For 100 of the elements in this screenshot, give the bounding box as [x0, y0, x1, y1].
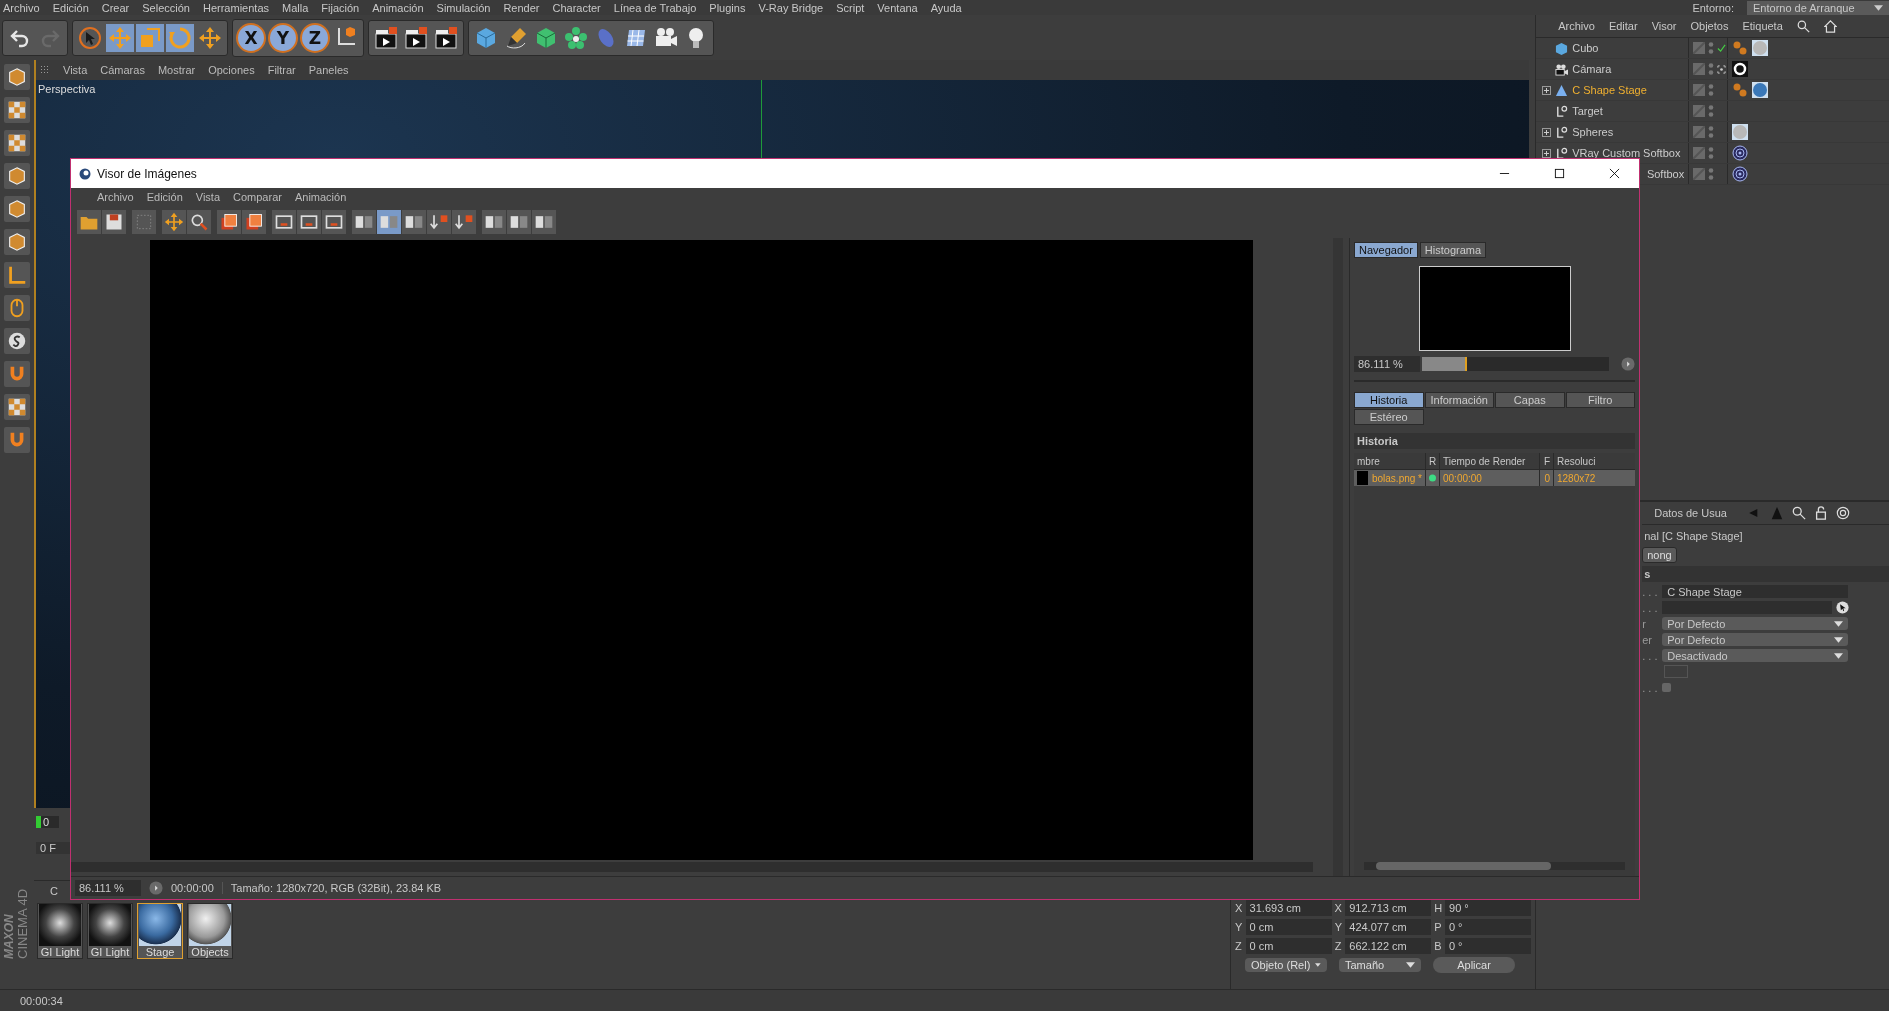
- menu-item[interactable]: Selección: [142, 1, 190, 14]
- dropdown[interactable]: Por Defecto: [1662, 633, 1849, 646]
- menu-item[interactable]: Script: [836, 1, 865, 14]
- apply-button[interactable]: Aplicar: [1433, 957, 1515, 974]
- menu-item[interactable]: V-Ray Bridge: [758, 1, 824, 14]
- viewport-menu-item[interactable]: Filtrar: [267, 64, 296, 76]
- split-icon[interactable]: [532, 210, 556, 234]
- sphere-icon[interactable]: [1752, 82, 1769, 98]
- viewer-tab[interactable]: Estéreo: [1354, 409, 1424, 425]
- viewer-tab[interactable]: Historia: [1354, 392, 1424, 408]
- menu-item[interactable]: Animación: [372, 1, 424, 14]
- play-icon[interactable]: [149, 881, 163, 895]
- object-menu-item[interactable]: Archivo: [1558, 20, 1595, 32]
- sphere-icon[interactable]: [1752, 40, 1769, 56]
- object-menu-item[interactable]: Objetos: [1690, 20, 1729, 32]
- column-header[interactable]: F: [1540, 453, 1554, 469]
- axis-button[interactable]: Y: [268, 22, 298, 53]
- stack-icon[interactable]: [217, 210, 241, 234]
- visibility-dots-icon[interactable]: [1708, 41, 1715, 55]
- check-icon[interactable]: [1717, 43, 1727, 53]
- material-menu[interactable]: C: [50, 885, 58, 898]
- viewport-menu-item[interactable]: Paneles: [308, 64, 349, 76]
- visibility-dots-icon[interactable]: [1708, 146, 1715, 160]
- axes-icon[interactable]: [4, 262, 30, 288]
- object-name[interactable]: Target: [1572, 105, 1603, 117]
- menu-item[interactable]: Character: [552, 1, 601, 14]
- play-icon[interactable]: [1621, 357, 1635, 371]
- box-icon[interactable]: [4, 163, 30, 189]
- frame-field[interactable]: 0 F: [36, 841, 70, 854]
- mode-dropdown[interactable]: Objeto (Rel): [1245, 958, 1327, 973]
- home-icon[interactable]: [1823, 19, 1837, 33]
- checkbox[interactable]: [1662, 683, 1672, 692]
- magnet-icon[interactable]: [4, 427, 30, 453]
- attribute-tab[interactable]: nong: [1642, 547, 1677, 563]
- position-field[interactable]: 0 cm: [1245, 919, 1332, 936]
- box-icon[interactable]: [4, 229, 30, 255]
- zoom-slider[interactable]: [1422, 357, 1609, 371]
- viewer-menu-item[interactable]: Vista: [195, 191, 221, 203]
- name-field[interactable]: C Shape Stage: [1662, 585, 1849, 598]
- viewer-tab[interactable]: Capas: [1495, 392, 1565, 408]
- viewer-tab[interactable]: Información: [1424, 392, 1494, 408]
- search-icon[interactable]: [187, 210, 211, 234]
- dots-icon[interactable]: [1732, 40, 1749, 56]
- viewer-menu-item[interactable]: Animación: [294, 191, 347, 203]
- folder-icon[interactable]: [77, 210, 101, 234]
- object-name[interactable]: Cámara: [1572, 63, 1612, 75]
- rings-icon[interactable]: [1732, 145, 1749, 161]
- viewport-menu-item[interactable]: Vista: [63, 64, 88, 76]
- column-header[interactable]: R: [1426, 453, 1440, 469]
- attribute-mode[interactable]: Datos de Usua: [1654, 507, 1741, 519]
- save-icon[interactable]: [102, 210, 126, 234]
- close-icon[interactable]: [1609, 168, 1620, 179]
- rotation-field[interactable]: 90 °: [1445, 900, 1532, 917]
- rotation-field[interactable]: 0 °: [1444, 919, 1531, 936]
- axis-button[interactable]: Z: [300, 22, 330, 53]
- frame-marker[interactable]: 0: [36, 815, 59, 828]
- column-header[interactable]: Tiempo de Render: [1440, 453, 1540, 469]
- column-header[interactable]: mbre: [1354, 453, 1426, 469]
- lock-icon[interactable]: [1814, 506, 1829, 520]
- menu-item[interactable]: Ventana: [877, 1, 918, 14]
- move-icon[interactable]: [106, 23, 134, 52]
- focus-icon[interactable]: [1717, 64, 1727, 74]
- split-icon[interactable]: [377, 210, 401, 234]
- object-name[interactable]: Spheres: [1572, 126, 1614, 138]
- dropdown[interactable]: Por Defecto: [1662, 617, 1849, 630]
- size-field[interactable]: 912.713 cm: [1345, 900, 1432, 917]
- checker-icon[interactable]: [4, 130, 30, 156]
- rings-icon[interactable]: [1732, 166, 1749, 182]
- column-header[interactable]: Resoluci: [1554, 453, 1635, 469]
- object-name[interactable]: C Shape Stage: [1572, 84, 1647, 96]
- position-field[interactable]: 0 cm: [1245, 938, 1332, 955]
- frame-icon[interactable]: [297, 210, 321, 234]
- navigator-tab[interactable]: Navegador: [1354, 242, 1418, 258]
- viewport-menu-item[interactable]: Opciones: [208, 64, 255, 76]
- maximize-icon[interactable]: [1554, 168, 1565, 179]
- viewer-menu-item[interactable]: Edición: [146, 191, 183, 203]
- menu-item[interactable]: Render: [503, 1, 540, 14]
- object-menu-item[interactable]: Visor: [1651, 20, 1677, 32]
- expand-icon[interactable]: [1542, 148, 1552, 158]
- checker-icon[interactable]: [4, 97, 30, 123]
- dropdown[interactable]: Desactivado: [1662, 649, 1849, 662]
- target-icon[interactable]: [1732, 61, 1749, 77]
- material-card[interactable]: GI Light: [87, 903, 133, 960]
- object-name[interactable]: VRay Custom Softbox: [1572, 147, 1681, 159]
- menu-item[interactable]: Archivo: [3, 1, 40, 14]
- material-card[interactable]: Stage: [137, 903, 183, 960]
- menu-item[interactable]: Plugins: [709, 1, 746, 14]
- size-field[interactable]: 662.122 cm: [1345, 938, 1432, 955]
- viewer-menu-item[interactable]: Comparar: [233, 191, 282, 203]
- rotation-field[interactable]: 0 °: [1444, 938, 1531, 955]
- size-dropdown[interactable]: Tamaño: [1339, 958, 1421, 973]
- dots-icon[interactable]: [1732, 82, 1749, 98]
- visibility-dots-icon[interactable]: [1708, 167, 1715, 181]
- visibility-dots-icon[interactable]: [1708, 62, 1715, 76]
- split-icon[interactable]: [402, 210, 426, 234]
- magnet-icon[interactable]: [4, 361, 30, 387]
- expand-icon[interactable]: [1542, 127, 1552, 137]
- viewport-menu-item[interactable]: Cámaras: [100, 64, 145, 76]
- frame-icon[interactable]: [272, 210, 296, 234]
- visibility-dots-icon[interactable]: [1708, 104, 1715, 118]
